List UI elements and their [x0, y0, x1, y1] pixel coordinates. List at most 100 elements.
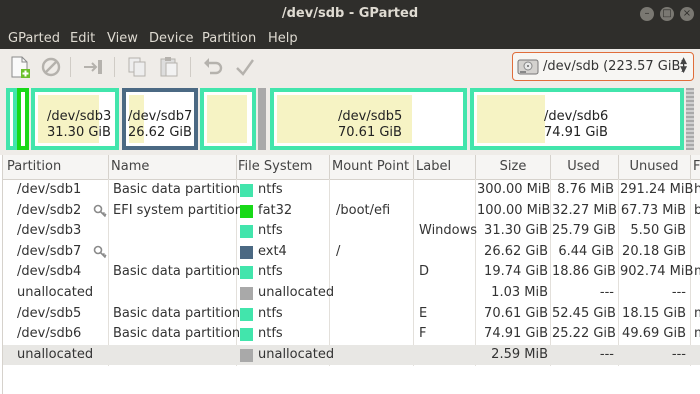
cell-partition: /dev/sdb2 [17, 202, 82, 218]
map-segment-sdb3[interactable]: /dev/sdb3 31.30 GiB [31, 88, 119, 150]
column-header-mount-point[interactable]: Mount Point [332, 159, 409, 174]
cell-unused: 49.69 GiB [622, 326, 686, 342]
cell-unused: 18.15 GiB [622, 305, 686, 321]
map-segment-part-5[interactable] [258, 88, 266, 150]
map-segment-part-4[interactable] [200, 88, 256, 150]
column-separator[interactable] [413, 155, 414, 179]
cell-partition: /dev/sdb5 [17, 305, 82, 321]
filesystem-color-swatch [240, 307, 253, 321]
menu-partition[interactable]: Partition [202, 31, 256, 46]
cell-flags: h [694, 182, 700, 197]
map-segment-part-0[interactable] [6, 88, 17, 150]
cell-size: 26.62 GiB [484, 243, 548, 259]
cell-partition: /dev/sdb6 [17, 326, 82, 342]
cell-unused: 5.50 GiB [630, 223, 686, 239]
column-separator[interactable] [236, 155, 237, 179]
column-header-used[interactable]: Used [552, 159, 615, 174]
paste-icon[interactable] [156, 54, 182, 80]
filesystem-color-swatch [240, 204, 253, 218]
column-separator[interactable] [108, 155, 109, 179]
cell-unused: 902.74 MiB [620, 264, 694, 280]
key-icon [93, 204, 107, 217]
cell-size: 31.30 GiB [484, 223, 548, 239]
table-row[interactable]: /dev/sdb6 Basic data partition ntfs F 74.91 … [3, 324, 700, 345]
cell-used: 6.44 GiB [558, 243, 614, 259]
filesystem-color-swatch [240, 328, 253, 342]
table-row[interactable]: unallocated unallocated 1.03 MiB --- --- [3, 283, 700, 304]
cell-size: 70.61 GiB [484, 305, 548, 321]
cell-flags: m [694, 326, 700, 341]
table-row[interactable]: /dev/sdb3 ntfs Windows 31.30 GiB 25.79 GiB 5.… [3, 221, 700, 242]
table-row[interactable]: unallocated unallocated 2.59 MiB --- --- [3, 344, 700, 366]
cell-label: F [419, 326, 427, 342]
column-separator[interactable] [618, 155, 619, 179]
menu-view[interactable]: View [107, 31, 138, 46]
cell-used: 32.27 MiB [552, 202, 618, 218]
column-separator[interactable] [550, 155, 551, 179]
map-segment-part-1[interactable] [17, 88, 29, 150]
menu-bar: GParted Edit View Device Partition Help [0, 29, 700, 49]
segment-size: 26.62 GiB [128, 125, 192, 140]
delete-icon[interactable] [38, 54, 64, 80]
used-space-fill [477, 95, 545, 143]
column-header-label[interactable]: Label [416, 159, 451, 174]
segment-size: 31.30 GiB [47, 125, 111, 140]
cell-label: Windows [419, 223, 478, 239]
column-header-unused[interactable]: Unused [620, 159, 688, 174]
table-row[interactable]: /dev/sdb4 Basic data partition ntfs D 19.74 … [3, 262, 700, 283]
cell-size: 19.74 GiB [484, 264, 548, 280]
chevron-updown-icon: ▲ ▼ [680, 56, 687, 75]
cell-used: 25.79 GiB [552, 223, 616, 239]
column-header-name[interactable]: Name [111, 159, 149, 174]
table-row[interactable]: /dev/sdb2 EFI system partition fat32/boot/… [3, 201, 700, 222]
column-header-file-system[interactable]: File System [238, 159, 312, 174]
cell-filesystem: ntfs [258, 305, 283, 321]
cell-filesystem: ntfs [258, 223, 283, 239]
toolbar-separator [114, 57, 115, 77]
column-separator[interactable] [690, 155, 691, 179]
close-icon[interactable]: × [680, 7, 694, 21]
title-bar: /dev/sdb - GParted – □ × [0, 0, 700, 29]
map-segment-sdb6[interactable]: /dev/sdb6 74.91 GiB [470, 88, 684, 150]
column-header-flags[interactable]: Flags [693, 159, 700, 174]
map-segment-sdb5[interactable]: /dev/sdb5 70.61 GiB [270, 88, 467, 150]
cell-name: Basic data partition [113, 326, 241, 342]
menu-help[interactable]: Help [268, 31, 298, 46]
cell-used: 52.45 GiB [552, 305, 616, 321]
menu-gparted[interactable]: GParted [8, 31, 60, 46]
cell-unused: --- [671, 285, 686, 300]
cell-filesystem: fat32 [258, 202, 293, 218]
apply-icon[interactable] [232, 54, 258, 80]
column-header-partition[interactable]: Partition [7, 159, 61, 174]
map-segment-part-8[interactable] [686, 88, 694, 150]
partition-table: Partition Name File System Mount Point Label… [2, 155, 700, 394]
new-icon[interactable] [6, 54, 32, 80]
map-segment-sdb7[interactable]: /dev/sdb7 26.62 GiB [122, 88, 198, 150]
cell-filesystem: ntfs [258, 182, 283, 197]
segment-name: /dev/sdb3 [47, 109, 112, 124]
cell-flags: b [694, 202, 700, 218]
table-row[interactable]: /dev/sdb7 ext4 / 26.62 GiB 6.44 GiB 20.18 GiB [3, 242, 700, 263]
undo-icon[interactable] [200, 54, 226, 80]
minimize-icon[interactable]: – [640, 7, 654, 21]
cell-filesystem: unallocated [258, 285, 335, 300]
column-separator[interactable] [329, 155, 330, 179]
segment-name: /dev/sdb7 [128, 109, 193, 124]
filesystem-color-swatch [240, 225, 253, 239]
copy-icon[interactable] [124, 54, 150, 80]
segment-name: /dev/sdb5 [338, 109, 403, 124]
cell-partition: unallocated [17, 285, 94, 300]
toolbar-separator [190, 57, 191, 77]
menu-edit[interactable]: Edit [70, 31, 95, 46]
device-selector[interactable]: /dev/sdb (223.57 GiB) ▲ ▼ [512, 52, 694, 81]
filesystem-color-swatch [240, 266, 253, 280]
column-separator[interactable] [475, 155, 476, 179]
maximize-icon[interactable]: □ [660, 7, 674, 21]
table-row[interactable]: /dev/sdb5 Basic data partition ntfs E 70.61 … [3, 304, 700, 325]
menu-device[interactable]: Device [149, 31, 193, 46]
segment-size: 74.91 GiB [544, 125, 608, 140]
column-header-size[interactable]: Size [478, 159, 548, 174]
cell-used: 18.86 GiB [552, 264, 616, 280]
table-row[interactable]: /dev/sdb1 Basic data partition ntfs 300.00 … [3, 180, 700, 201]
resize-move-icon[interactable] [80, 54, 106, 80]
